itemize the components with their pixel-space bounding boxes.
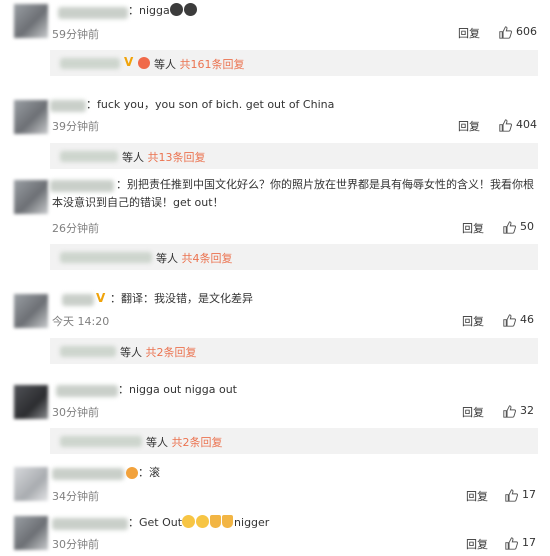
like-count: 32: [520, 404, 534, 417]
reply-button[interactable]: 回复: [466, 536, 488, 552]
thumbs-up-icon[interactable]: [499, 119, 512, 132]
like-count: 606: [516, 25, 537, 38]
username[interactable]: [50, 100, 86, 112]
timestamp: 30分钟前: [52, 406, 99, 419]
like-count: 17: [522, 488, 536, 501]
avatar[interactable]: [14, 180, 48, 214]
reply-count-link[interactable]: 共161条回复: [180, 58, 245, 71]
comment-text: ：fuck you，you son of bich. get out of Ch…: [86, 98, 335, 111]
avatar[interactable]: [14, 385, 48, 419]
reply-count-link[interactable]: 共4条回复: [182, 252, 233, 265]
reply-count-link[interactable]: 共2条回复: [172, 436, 223, 449]
reply-thread[interactable]: 等人 共13条回复: [50, 143, 538, 169]
reply-thread-text: 等人 共13条回复: [122, 151, 206, 164]
reply-thread[interactable]: 等人 共4条回复: [50, 244, 538, 270]
replier-names: [60, 252, 152, 263]
username[interactable]: [62, 294, 94, 306]
avatar[interactable]: [14, 100, 48, 134]
comment-text: ：滚: [138, 466, 160, 479]
username[interactable]: [56, 385, 118, 397]
reply-button[interactable]: 回复: [462, 220, 484, 236]
thumbs-down-icon: [210, 515, 222, 528]
comment-text: ：nigga out nigga out: [118, 383, 237, 396]
timestamp: 26分钟前: [52, 222, 99, 235]
reply-thread-text: 等人 共2条回复: [120, 346, 197, 359]
timestamp: 今天 14:20: [52, 315, 110, 328]
username[interactable]: [58, 7, 128, 19]
reply-count-link[interactable]: 共2条回复: [146, 346, 197, 359]
comment-text: ：别把责任推到中国文化好么？你的照片放在世界都是具有侮辱女性的含义！我看你根本没…: [52, 178, 534, 209]
replier-names: [60, 436, 142, 447]
timestamp: 39分钟前: [52, 120, 99, 133]
reply-button[interactable]: 回复: [458, 25, 480, 41]
reply-button[interactable]: 回复: [466, 488, 488, 504]
emoji-icon: [138, 57, 150, 69]
like-count: 17: [522, 536, 536, 549]
reply-thread-text: 等人 共2条回复: [146, 436, 223, 449]
verified-v-icon: V: [124, 55, 134, 69]
like-count: 50: [520, 220, 534, 233]
username[interactable]: [52, 468, 124, 480]
crying-face-icon: [196, 515, 210, 528]
crying-face-icon: [182, 515, 196, 528]
timestamp: 34分钟前: [52, 490, 99, 503]
reply-count-link[interactable]: 共13条回复: [148, 151, 206, 164]
avatar[interactable]: [14, 4, 48, 38]
replier-names: [60, 346, 116, 357]
reply-button[interactable]: 回复: [458, 118, 480, 134]
comment-text: ：Get Out nigger: [128, 515, 270, 529]
timestamp: 59分钟前: [52, 28, 99, 41]
crying-face-icon: [169, 3, 183, 16]
comment-text: ：nigga: [128, 2, 198, 20]
thumbs-up-icon[interactable]: [503, 314, 516, 327]
reply-button[interactable]: 回复: [462, 404, 484, 420]
thumbs-up-icon[interactable]: [505, 537, 518, 550]
reply-thread[interactable]: 等人 共2条回复: [50, 338, 538, 364]
reply-thread[interactable]: V 等人 共161条回复: [50, 50, 538, 76]
verified-v-icon: V: [96, 291, 106, 305]
reply-thread[interactable]: 等人 共2条回复: [50, 428, 538, 454]
thumbs-up-icon[interactable]: [503, 405, 516, 418]
replier-names: [60, 58, 120, 69]
timestamp: 30分钟前: [52, 538, 99, 551]
thumbs-down-icon: [222, 515, 234, 528]
crying-face-icon: [183, 3, 197, 16]
username[interactable]: [52, 518, 128, 530]
thumbs-up-icon[interactable]: [503, 221, 516, 234]
like-count: 46: [520, 313, 534, 326]
emoji-icon: [126, 467, 138, 479]
comment-text: ：翻译：我没错，是文化差异: [110, 292, 253, 305]
avatar[interactable]: [14, 467, 48, 501]
avatar[interactable]: [14, 516, 48, 550]
reply-thread-text: 等人 共4条回复: [156, 252, 233, 265]
reply-button[interactable]: 回复: [462, 313, 484, 329]
reply-thread-text: 等人 共161条回复: [154, 58, 245, 71]
like-count: 404: [516, 118, 537, 131]
replier-names: [60, 151, 118, 162]
avatar[interactable]: [14, 294, 48, 328]
thumbs-up-icon[interactable]: [499, 26, 512, 39]
thumbs-up-icon[interactable]: [505, 489, 518, 502]
